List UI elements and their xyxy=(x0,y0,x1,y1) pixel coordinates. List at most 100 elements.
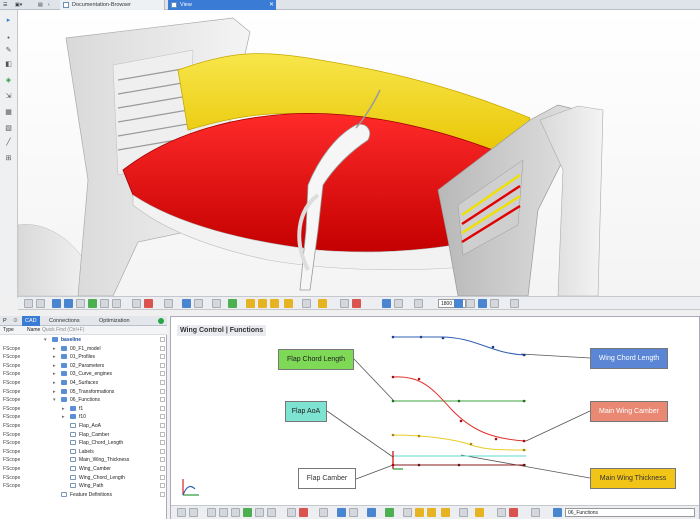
column-type[interactable]: Type xyxy=(3,326,14,335)
section-icon[interactable] xyxy=(302,299,311,308)
function-box-main-wing-thickness[interactable]: Main Wing Thickness xyxy=(590,468,676,489)
pencil-icon[interactable]: ✎ xyxy=(4,46,13,55)
grid-icon[interactable] xyxy=(36,299,45,308)
iso-view-icon[interactable] xyxy=(88,299,97,308)
visibility-checkbox[interactable] xyxy=(160,431,165,437)
3d-viewport[interactable] xyxy=(18,10,700,296)
shading-icon[interactable] xyxy=(287,508,296,517)
visibility-checkbox[interactable] xyxy=(160,405,165,411)
camera-icon[interactable] xyxy=(497,508,506,517)
spreadsheet-icon[interactable]: ▦ xyxy=(4,108,13,117)
undo-view-icon[interactable] xyxy=(414,299,423,308)
quick-find-input[interactable]: Quick Find (Ctrl+F) xyxy=(42,326,84,335)
function-box-main-wing-camber[interactable]: Main Wing Camber xyxy=(590,401,668,422)
visibility-checkbox[interactable] xyxy=(160,362,165,368)
visibility-checkbox[interactable] xyxy=(160,345,165,351)
curvature-icon[interactable] xyxy=(475,508,484,517)
expand-arrow-icon[interactable]: ▸ xyxy=(62,413,65,421)
point-icon[interactable] xyxy=(207,508,216,517)
tree-row[interactable]: FScope ▸ 02_Parameters xyxy=(0,362,167,370)
top-view-icon[interactable] xyxy=(76,299,85,308)
section-icon[interactable] xyxy=(459,508,468,517)
layout-icon[interactable]: ▣▾ xyxy=(15,1,22,9)
scale-icon[interactable] xyxy=(270,299,279,308)
search-icon[interactable] xyxy=(553,508,562,517)
scale-icon[interactable] xyxy=(427,508,436,517)
tree-row[interactable]: FScope Main_Wing_Thickness xyxy=(0,456,167,464)
tree-row[interactable]: FScope ▸ 03_Curve_engines xyxy=(0,370,167,378)
tree-row[interactable]: FScope ▸ 01_Profiles xyxy=(0,353,167,361)
tree-row[interactable]: FScope Wing_Path xyxy=(0,482,167,490)
visibility-checkbox[interactable] xyxy=(160,440,165,446)
expand-arrow-icon[interactable]: ▸ xyxy=(53,353,56,361)
grid-icon[interactable] xyxy=(189,508,198,517)
snap-icon[interactable] xyxy=(194,299,203,308)
expand-arrow-icon[interactable]: ▸ xyxy=(53,379,56,387)
rotate-icon[interactable] xyxy=(415,508,424,517)
line-icon[interactable]: ╱ xyxy=(4,138,13,147)
shading-icon[interactable] xyxy=(132,299,141,308)
clip-plane-icon[interactable] xyxy=(164,299,173,308)
tab-view[interactable]: View ✕ xyxy=(168,0,276,10)
tree-row[interactable]: FScope Wing_Chord_Length xyxy=(0,474,167,482)
tab-connections[interactable]: Connections xyxy=(46,316,88,326)
visibility-checkbox[interactable] xyxy=(160,483,165,489)
tree-row[interactable]: FScope ▸ f1 xyxy=(0,405,167,413)
side-view-icon[interactable] xyxy=(64,299,73,308)
surface-icon[interactable] xyxy=(231,508,240,517)
rotate-icon[interactable] xyxy=(258,299,267,308)
panel-icon[interactable]: ▤ xyxy=(38,1,43,9)
visibility-checkbox[interactable] xyxy=(160,414,165,420)
front-view-icon[interactable] xyxy=(52,299,61,308)
visibility-checkbox[interactable] xyxy=(160,474,165,480)
measure-icon[interactable]: ⊞ xyxy=(4,154,13,163)
wireframe-icon[interactable] xyxy=(100,299,109,308)
lighting-icon[interactable] xyxy=(367,508,376,517)
zoom-fit-icon[interactable] xyxy=(478,299,487,308)
expand-arrow-icon[interactable]: ▸ xyxy=(53,388,56,396)
expand-arrow-icon[interactable]: ▾ xyxy=(53,396,56,404)
lock-icon[interactable] xyxy=(385,508,394,517)
point-icon[interactable]: • xyxy=(4,34,13,43)
function-box-flap-aoa[interactable]: Flap AoA xyxy=(285,401,327,422)
mirror-icon[interactable] xyxy=(284,299,293,308)
tab-optimization[interactable]: Optimization xyxy=(96,316,138,326)
visibility-checkbox[interactable] xyxy=(160,448,165,454)
wireframe-icon[interactable] xyxy=(255,508,264,517)
visibility-checkbox[interactable] xyxy=(160,371,165,377)
tree-row[interactable]: ▾ baseline xyxy=(0,336,167,344)
measure-line-icon[interactable] xyxy=(267,508,276,517)
expand-arrow-icon[interactable]: ▾ xyxy=(44,336,47,344)
move-icon[interactable]: ◈ xyxy=(4,76,13,85)
color-map-icon[interactable] xyxy=(299,508,308,517)
expand-arrow-icon[interactable]: ▸ xyxy=(53,362,56,370)
menu-icon[interactable]: ☰ xyxy=(3,1,7,9)
mirror-icon[interactable] xyxy=(441,508,450,517)
visibility-checkbox[interactable] xyxy=(160,354,165,360)
tab-p[interactable]: P xyxy=(0,316,10,326)
function-box-flap-camber[interactable]: Flap Camber xyxy=(298,468,356,489)
expand-arrow-icon[interactable]: ▸ xyxy=(53,370,56,378)
surface-icon[interactable]: ◧ xyxy=(4,60,13,69)
column-name[interactable]: Name xyxy=(27,326,40,335)
tree-row[interactable]: FScope Flap_Camber xyxy=(0,431,167,439)
camera-icon[interactable] xyxy=(340,299,349,308)
zoom-out-icon[interactable] xyxy=(466,299,475,308)
tab-documentation-browser[interactable]: Documentation-Browser xyxy=(60,0,165,10)
tab-cad[interactable]: CAD xyxy=(22,316,40,326)
selection-icon[interactable]: ▸ xyxy=(4,16,13,25)
perspective-icon[interactable] xyxy=(394,299,403,308)
visibility-checkbox[interactable] xyxy=(160,423,165,428)
zoom-window-icon[interactable] xyxy=(490,299,499,308)
pencil-icon[interactable] xyxy=(219,508,228,517)
clip-plane-icon[interactable] xyxy=(319,508,328,517)
visibility-checkbox[interactable] xyxy=(160,380,165,385)
tree-row[interactable]: FScope Flap_AoA xyxy=(0,422,167,430)
zoom-in-icon[interactable] xyxy=(454,299,463,308)
visibility-checkbox[interactable] xyxy=(160,491,165,497)
close-icon[interactable]: ✕ xyxy=(269,0,274,10)
tree-row[interactable]: FScope Flap_Chord_Length xyxy=(0,439,167,447)
measure-line-icon[interactable] xyxy=(112,299,121,308)
tree-row[interactable]: FScope Wing_Camber xyxy=(0,465,167,473)
record-icon[interactable] xyxy=(509,508,518,517)
